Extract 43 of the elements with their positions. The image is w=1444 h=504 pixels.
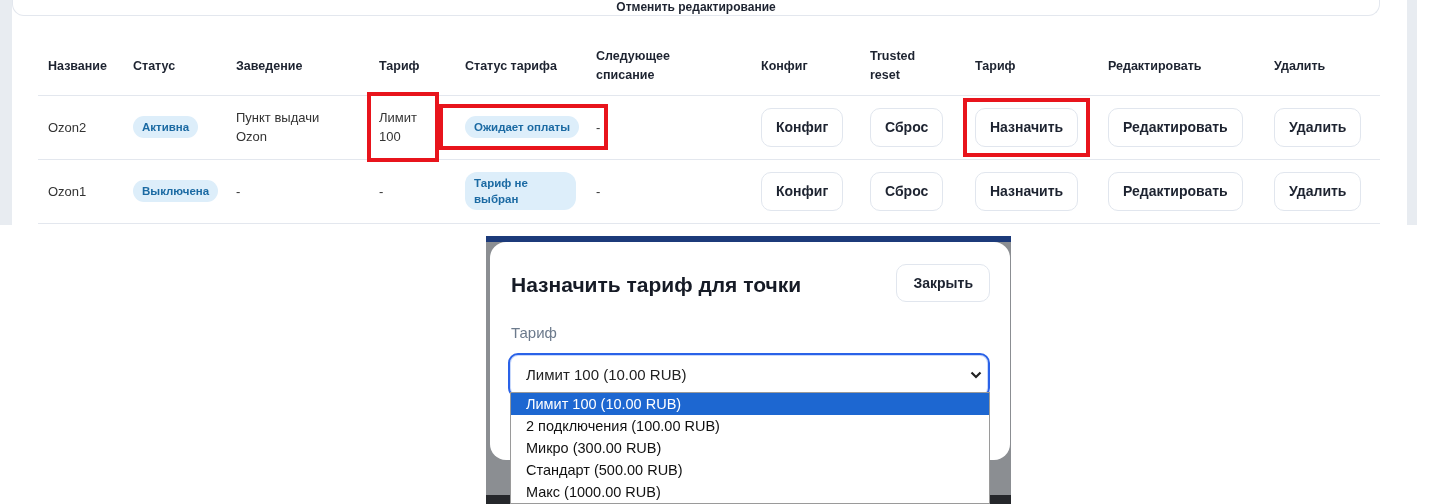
assign-button[interactable]: Назначить xyxy=(975,107,1079,147)
column-header: Заведение xyxy=(236,58,303,73)
table-cell: Ozon2 xyxy=(48,119,87,135)
table-cell-text: - xyxy=(236,182,241,201)
table-cell-text: Пункт выдачи Ozon xyxy=(236,109,321,146)
cancel-edit-button[interactable]: Отменить редактирование xyxy=(616,0,776,15)
assign-button[interactable]: Назначить xyxy=(975,171,1079,211)
column-header: Статус тарифа xyxy=(465,58,557,73)
table-cell-text: Лимит 100 xyxy=(379,109,418,146)
plan-status-badge: Тариф не выбран xyxy=(465,172,576,210)
dropdown-option[interactable]: Стандарт (500.00 RUB) xyxy=(511,459,989,481)
column-header: Конфиг xyxy=(761,58,808,73)
column-header: Trusted reset xyxy=(870,48,917,85)
column-header: Тариф xyxy=(975,58,1016,73)
column-header: Тариф xyxy=(379,58,420,73)
reset-button[interactable]: Сброс xyxy=(870,171,944,211)
chevron-icon xyxy=(970,371,982,379)
column-header: Следующее списание xyxy=(596,48,671,85)
field-label: Тариф xyxy=(511,324,557,341)
table-cell: - xyxy=(596,183,601,199)
config-button[interactable]: Конфиг xyxy=(761,171,844,211)
table-cell-text: - xyxy=(379,182,385,201)
dialog-title: Назначить тариф для точки xyxy=(511,272,802,298)
close-button[interactable]: Закрыть xyxy=(896,264,990,302)
dropdown-option[interactable]: Макс (1000.00 RUB) xyxy=(511,481,989,503)
status-badge: Выключена xyxy=(133,180,219,202)
delete-button[interactable]: Удалить xyxy=(1274,171,1362,211)
column-header: Название xyxy=(48,58,107,73)
table-cell: - xyxy=(596,119,601,135)
column-header: Статус xyxy=(133,58,176,73)
edit-button[interactable]: Редактировать xyxy=(1108,171,1243,211)
dropdown-option[interactable]: Лимит 100 (10.00 RUB) xyxy=(511,393,989,415)
dropdown-option[interactable]: Микро (300.00 RUB) xyxy=(511,437,989,459)
dropdown-option[interactable]: 2 подключения (100.00 RUB) xyxy=(511,415,989,437)
plan-status-badge: Ожидает оплаты xyxy=(465,116,580,138)
edit-button[interactable]: Редактировать xyxy=(1108,107,1243,147)
reset-button[interactable]: Сброс xyxy=(870,107,944,147)
table-cell: Ozon1 xyxy=(48,183,87,199)
delete-button[interactable]: Удалить xyxy=(1274,107,1362,147)
column-header: Удалить xyxy=(1274,58,1326,73)
status-badge: Активна xyxy=(133,116,199,138)
config-button[interactable]: Конфиг xyxy=(761,107,844,147)
column-header: Редактировать xyxy=(1108,58,1202,73)
